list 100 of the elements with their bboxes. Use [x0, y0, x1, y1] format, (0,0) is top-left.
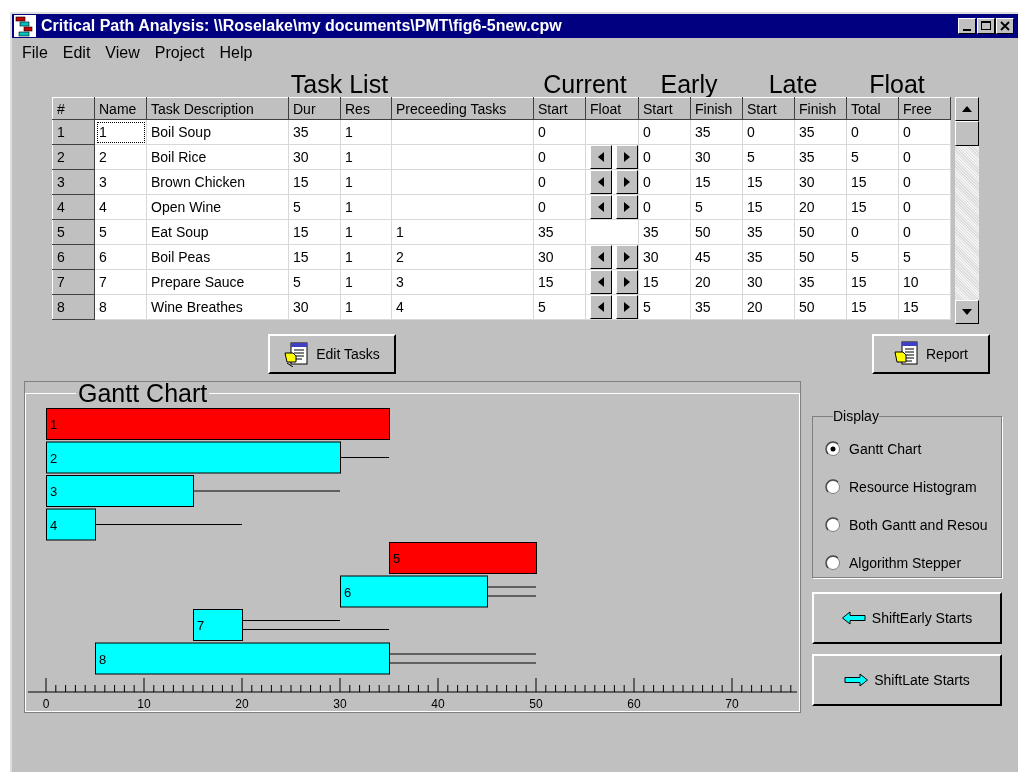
left-triangle-icon [598, 302, 604, 312]
group-label: Display [833, 408, 879, 424]
table-cell: Boil Rice [146, 144, 289, 170]
column-header[interactable]: Free [898, 97, 951, 120]
up-triangle-icon [962, 106, 972, 112]
column-header[interactable]: Preceeding Tasks [391, 97, 534, 120]
shift-right-button[interactable] [616, 170, 638, 194]
row-header[interactable]: 5 [52, 219, 95, 245]
left-arrow-icon [841, 611, 866, 625]
column-header[interactable]: # [52, 97, 95, 120]
column-header[interactable]: Task Description [146, 97, 289, 120]
maximize-button[interactable] [977, 18, 995, 34]
row-header[interactable]: 2 [52, 144, 95, 170]
radio-option[interactable]: Both Gantt and Resou [825, 506, 1001, 544]
column-header[interactable]: Total [846, 97, 899, 120]
axis-label: 70 [725, 697, 739, 709]
close-button[interactable] [996, 18, 1014, 34]
right-triangle-icon [624, 302, 630, 312]
close-icon [1000, 21, 1010, 31]
scroll-thumb[interactable] [955, 121, 979, 146]
row-header[interactable]: 1 [52, 119, 95, 145]
column-header[interactable]: Name [94, 97, 147, 120]
shift-left-button[interactable] [590, 170, 612, 194]
radio-option[interactable]: Resource Histogram [825, 468, 1001, 506]
radio-button[interactable] [825, 517, 841, 533]
column-header[interactable]: Start [533, 97, 586, 120]
shift-left-button[interactable] [590, 195, 612, 219]
row-header[interactable]: 4 [52, 194, 95, 220]
radio-button[interactable] [825, 441, 841, 457]
table-cell: Prepare Sauce [146, 269, 289, 295]
radio-option[interactable]: Algorithm Stepper [825, 544, 1001, 582]
shift-left-button[interactable] [590, 295, 612, 319]
right-triangle-icon [624, 177, 630, 187]
report-button[interactable]: Report [872, 334, 990, 374]
shift-button[interactable]: ShiftEarly Starts [812, 592, 1002, 644]
bar-label: 8 [99, 651, 107, 667]
right-triangle-icon [624, 152, 630, 162]
right-arrow-icon [844, 673, 869, 687]
gantt-title: Gantt Chart [77, 382, 209, 404]
menu-item[interactable]: File [22, 44, 48, 68]
radio-button[interactable] [825, 479, 841, 495]
float-line [487, 595, 537, 597]
axis-label: 20 [235, 697, 249, 709]
column-header[interactable]: Finish [690, 97, 743, 120]
radio-button[interactable] [825, 555, 841, 571]
shift-left-button[interactable] [590, 245, 612, 269]
bar-label: 7 [197, 618, 205, 633]
bar-label: 4 [50, 517, 58, 533]
group-heading: Early [659, 72, 719, 97]
menu-item[interactable]: Edit [62, 44, 91, 68]
axis-label: 60 [627, 697, 641, 709]
radio-option[interactable]: Gantt Chart [825, 430, 1001, 468]
group-heading: Late [767, 72, 819, 97]
scroll-bar[interactable] [955, 97, 979, 324]
table-cell: 4 [391, 294, 534, 320]
row-header[interactable]: 7 [52, 269, 95, 295]
shift-right-button[interactable] [616, 195, 638, 219]
shift-button[interactable]: ShiftLate Starts [812, 654, 1002, 706]
float-line [487, 586, 537, 588]
menu-item[interactable]: Help [219, 44, 253, 68]
shift-right-button[interactable] [616, 270, 638, 294]
bar-label: 5 [393, 551, 401, 566]
minimize-button[interactable] [958, 18, 976, 34]
float-line [340, 456, 390, 459]
shift-right-button[interactable] [616, 245, 638, 269]
column-header[interactable]: Res [340, 97, 392, 120]
right-triangle-icon [624, 277, 630, 287]
table-cell: Boil Peas [146, 244, 289, 270]
axis-label: 30 [333, 697, 347, 709]
left-triangle-icon [598, 202, 604, 212]
shift-right-button[interactable] [616, 295, 638, 319]
menu-item[interactable]: Project [154, 44, 205, 68]
row-header[interactable]: 6 [52, 244, 95, 270]
bar-label: 3 [50, 484, 58, 499]
maximize-icon [981, 21, 991, 31]
edit-tasks-button[interactable]: Edit Tasks [268, 334, 396, 374]
column-header[interactable]: Float [585, 97, 639, 120]
axis-label: 50 [529, 697, 543, 709]
left-triangle-icon [598, 277, 604, 287]
column-header[interactable]: Start [742, 97, 795, 120]
table-cell: Open Wine [146, 194, 289, 220]
group-heading: Current [542, 72, 628, 97]
bar-label: 1 [50, 417, 58, 432]
shift-right-button[interactable] [616, 145, 638, 169]
table-cell: Boil Soup [146, 119, 289, 145]
shift-left-button[interactable] [590, 145, 612, 169]
row-header[interactable]: 8 [52, 294, 95, 320]
column-header[interactable]: Finish [794, 97, 847, 120]
axis-label: 0 [42, 697, 50, 709]
bar-label: 2 [50, 450, 58, 466]
bar-label: 6 [344, 584, 352, 600]
row-header[interactable]: 3 [52, 169, 95, 195]
column-header[interactable]: Dur [288, 97, 341, 120]
table-cell: Eat Soup [146, 219, 289, 245]
right-triangle-icon [624, 202, 630, 212]
left-triangle-icon [598, 252, 604, 262]
menu-item[interactable]: View [105, 44, 140, 68]
column-header[interactable]: Start [638, 97, 691, 120]
shift-left-button[interactable] [590, 270, 612, 294]
group-heading: Task List [289, 72, 390, 97]
